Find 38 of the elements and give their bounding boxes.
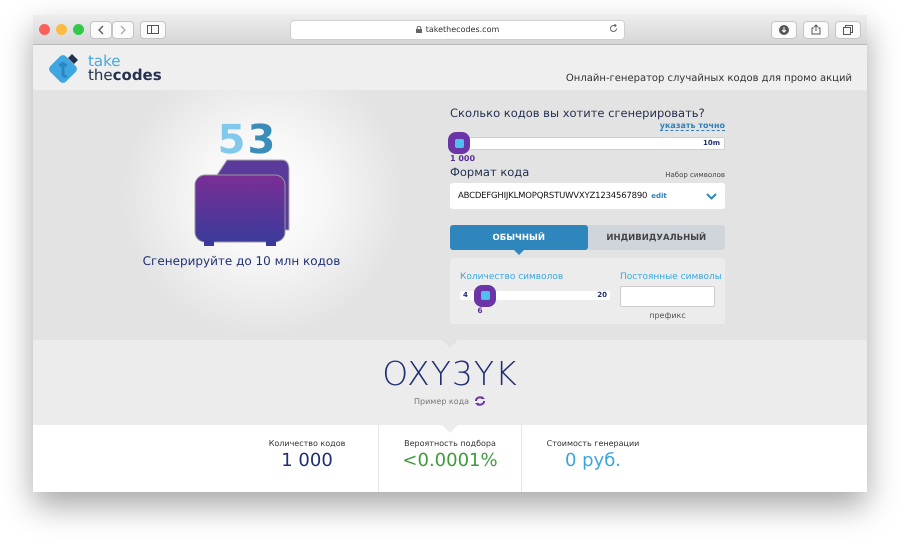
count-reading: 1 000 [450,154,476,163]
stat-label: Количество кодов [268,439,346,448]
prefix-label: Постоянные символы [620,272,722,282]
length-label: Количество символов [460,272,564,282]
download-button[interactable] [771,20,797,38]
sidebar-icon [147,25,159,34]
sample-code: OXY3YK [382,356,518,392]
count-question: Сколько кодов вы хотите сгенерировать? [450,106,706,120]
back-button[interactable] [90,20,112,38]
charset-value: ABCDEFGHIJKLMOPQRSTUWVXYZ1234567890 [458,191,648,201]
sidebar-button[interactable] [140,20,166,38]
stat-value: 1 000 [281,450,333,471]
format-label: Формат кода [450,165,530,179]
mode-tab[interactable]: ИНДИВИДУАЛЬНЫЙ [588,225,725,250]
digit-label: 3 [248,120,276,160]
prefix-field[interactable] [620,286,715,307]
refresh-icon[interactable] [474,396,486,406]
chevron-left-icon [97,24,105,34]
stat-value: <0.0001% [402,450,498,471]
tabs-icon [843,24,853,34]
address-bar[interactable]: takethecodes.com [290,20,625,40]
chevron-right-icon [119,24,127,34]
prefix-caption: префикс [648,311,687,320]
digit-label: 5 [218,120,246,160]
logo-text: thecodes [88,68,162,82]
chevron-down-icon [706,192,717,200]
stat-label: Стоимость генерации [546,439,640,448]
sample-caption: Пример кода [414,396,470,406]
share-icon [811,24,821,35]
stat-value: 0 руб. [564,450,622,471]
tagline: Онлайн-генератор случайных кодов для промо акций [566,73,852,84]
hero-caption: Сгенерируйте до 10 млн кодов [142,254,340,268]
tabs-button[interactable] [835,20,861,38]
mode-tab[interactable]: ОБЫЧНЫЙ [450,225,588,250]
share-button[interactable] [803,20,829,38]
stat-label: Вероятность подбора [404,439,496,448]
download-icon [779,24,789,34]
logo-text: take [88,54,120,68]
